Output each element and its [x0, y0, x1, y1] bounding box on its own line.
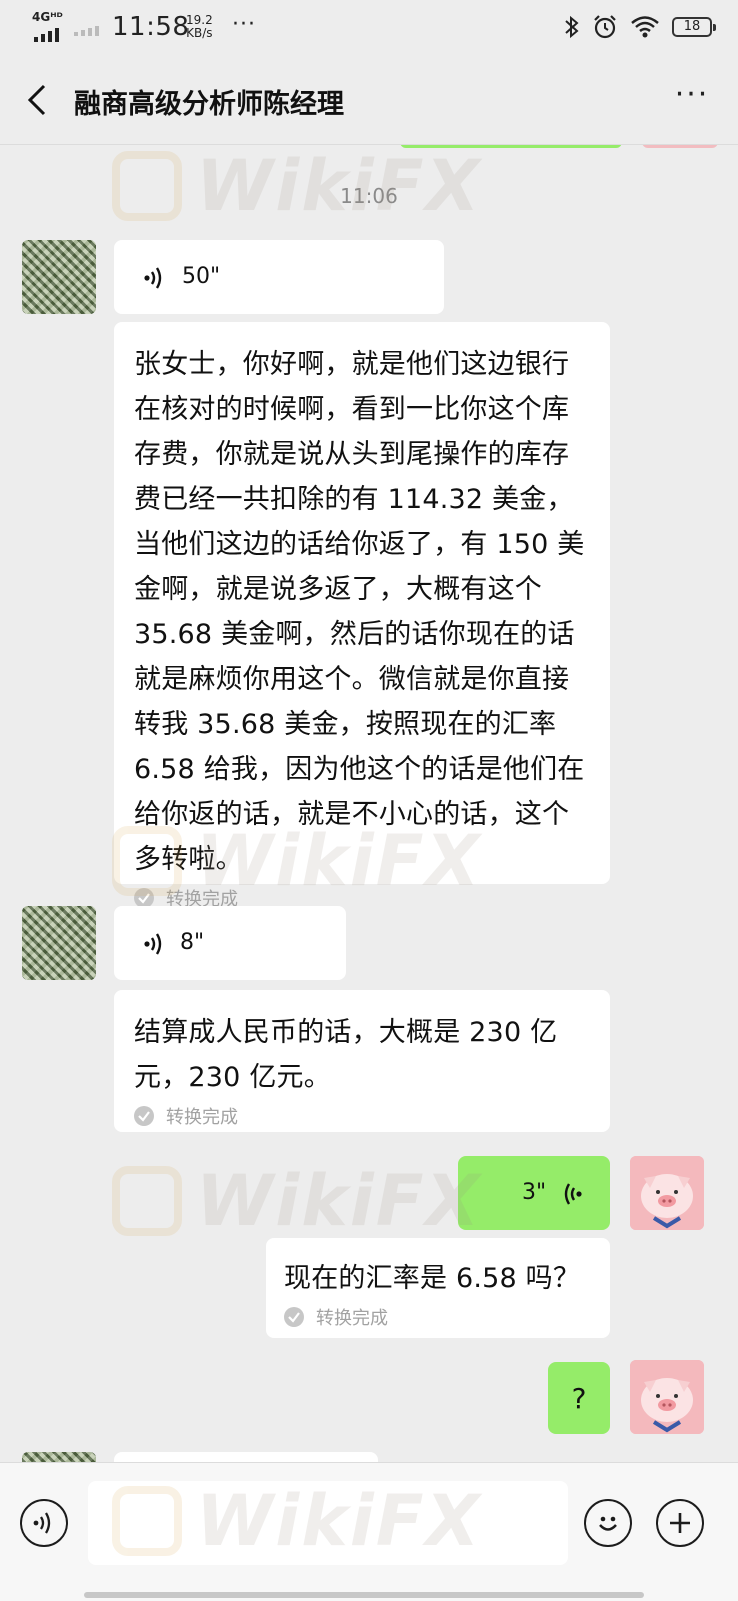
voice-duration: 3": [522, 1180, 547, 1205]
check-icon: [284, 1307, 304, 1327]
voice-wave-icon: [564, 1183, 582, 1205]
battery-level: 18: [683, 19, 701, 34]
contact-avatar[interactable]: [22, 240, 96, 314]
input-bar: [0, 1462, 738, 1601]
voice-input-button[interactable]: [20, 1499, 68, 1547]
message-bubble: [114, 1452, 378, 1462]
chevron-left-icon: [27, 84, 46, 116]
watermark: WikiFX: [112, 1160, 482, 1242]
secondary-signal-icon: [74, 26, 99, 36]
bluetooth-icon: [565, 15, 579, 39]
back-button[interactable]: [20, 78, 60, 122]
transcript-bubble[interactable]: 张女士，你好啊，就是他们这边银行在核对的时候啊，看到一比你这个库存费，你就是说从…: [114, 322, 610, 910]
voice-wave-icon: [144, 933, 162, 955]
transcript-status: 转换完成: [166, 1107, 238, 1128]
check-icon: [134, 888, 154, 908]
voice-input-icon: [33, 1512, 51, 1534]
chat-timestamp: 11:06: [340, 184, 398, 208]
voice-duration: 8": [180, 930, 205, 955]
my-avatar[interactable]: [630, 1360, 704, 1434]
voice-message-bubble[interactable]: 50": [114, 240, 444, 314]
more-icon: ···: [674, 77, 710, 112]
watermark-logo-icon: [112, 1166, 182, 1236]
chat-title: 融商高级分析师陈经理: [74, 89, 344, 120]
transcript-text: 张女士，你好啊，就是他们这边银行在核对的时候啊，看到一比你这个库存费，你就是说从…: [134, 349, 585, 875]
home-indicator: [84, 1592, 644, 1598]
plus-icon: [670, 1513, 690, 1533]
contact-avatar[interactable]: [22, 906, 96, 980]
voice-message-bubble[interactable]: 8": [114, 906, 346, 980]
network-speed-unit: KB/s: [186, 26, 213, 40]
pig-avatar-icon: [630, 1156, 704, 1230]
wifi-icon: [631, 16, 659, 38]
more-options-button[interactable]: ···: [670, 80, 714, 120]
message-input[interactable]: [88, 1481, 568, 1565]
contact-avatar: [22, 1452, 96, 1462]
voice-message-bubble[interactable]: 3": [458, 1156, 610, 1230]
text-message-bubble[interactable]: ?: [548, 1362, 610, 1434]
emoji-icon: [599, 1516, 617, 1531]
transcript-bubble[interactable]: 结算成人民币的话，大概是 230 亿元，230 亿元。 转换完成: [114, 990, 610, 1132]
emoji-button[interactable]: [584, 1499, 632, 1547]
alarm-icon: [594, 15, 616, 39]
battery-icon: 18: [672, 17, 716, 37]
voice-wave-icon: [144, 267, 162, 289]
network-speed: 19.2 KB/s: [186, 14, 213, 40]
transcript-status: 转换完成: [316, 1308, 388, 1329]
message-text: ?: [571, 1382, 587, 1415]
transcript-text: 现在的汇率是 6.58 吗？: [284, 1263, 581, 1294]
transcript-text: 结算成人民币的话，大概是 230 亿元，230 亿元。: [134, 1017, 558, 1093]
my-avatar[interactable]: [630, 1156, 704, 1230]
transcript-bubble[interactable]: 现在的汇率是 6.58 吗？ 转换完成: [266, 1238, 610, 1338]
voice-duration: 50": [182, 264, 221, 289]
network-type: 4Gᴴᴰ: [32, 10, 63, 24]
status-bar: 4Gᴴᴰ 11:58 19.2 KB/s ··· 18: [0, 0, 738, 58]
status-more-icon: ···: [232, 12, 256, 37]
check-icon: [134, 1106, 154, 1126]
status-time: 11:58: [112, 12, 190, 42]
plus-button[interactable]: [656, 1499, 704, 1547]
chat-header: 融商高级分析师陈经理 ···: [0, 58, 738, 145]
pig-avatar-icon: [630, 1360, 704, 1434]
cellular-signal-icon: 4Gᴴᴰ: [32, 10, 66, 42]
